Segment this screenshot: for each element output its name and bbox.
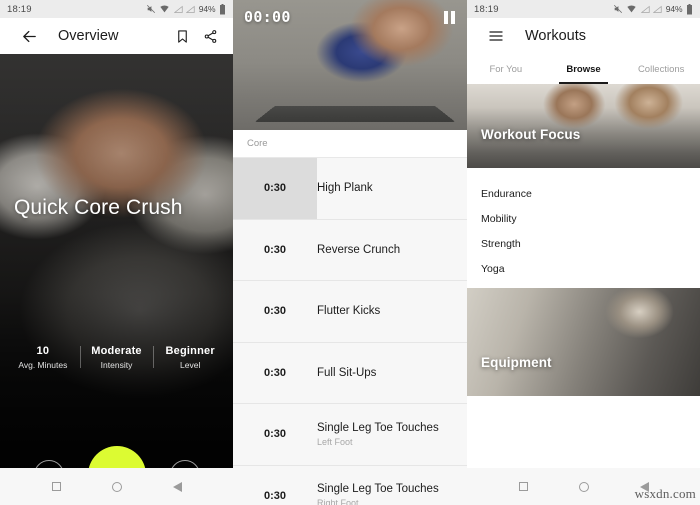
start-button[interactable]: Start (87, 446, 146, 468)
exercise-duration: 0:30 (263, 428, 287, 441)
home-icon[interactable] (111, 481, 122, 492)
workout-stats: 10 Avg. Minutes Moderate Intensity Begin… (0, 344, 233, 371)
exercise-list: 0:30 High Plank 0:30 Reverse Crunch 0:30… (233, 158, 467, 505)
exercise-name: Flutter Kicks (317, 305, 381, 318)
stat-intensity: Moderate Intensity (79, 344, 154, 371)
home-icon[interactable] (578, 481, 589, 492)
banner-title: Workout Focus (481, 127, 581, 142)
equipment-banner[interactable]: Equipment (467, 288, 700, 396)
list-item[interactable]: Endurance (481, 182, 700, 207)
table-row[interactable]: 0:30 Flutter Kicks (233, 281, 467, 343)
battery-icon (220, 3, 225, 14)
table-row[interactable]: 0:30 Full Sit-Ups (233, 342, 467, 404)
exercise-info: Flutter Kicks (317, 304, 467, 318)
exercise-name: Reverse Crunch (317, 243, 401, 256)
recent-apps-icon[interactable] (51, 482, 61, 491)
hero-overlay (0, 54, 233, 468)
exercise-duration: 0:30 (263, 243, 287, 256)
panel-workouts-browse: 18:19 94% Workouts For You Browse Collec… (467, 0, 700, 505)
tab-for-you[interactable]: For You (467, 54, 545, 84)
stat-label: Avg. Minutes (18, 360, 68, 370)
exercise-info: Single Leg Toe Touches Right Foot (317, 482, 467, 505)
status-bar-time: 18:19 (474, 3, 499, 15)
exercise-name: Single Leg Toe Touches (317, 483, 439, 496)
tab-browse[interactable]: Browse (545, 54, 623, 84)
workout-focus-banner[interactable]: Workout Focus (467, 84, 700, 168)
exercise-duration: 0:30 (263, 305, 287, 318)
wifi-icon (627, 5, 636, 13)
table-row[interactable]: 0:30 Single Leg Toe Touches Right Foot (233, 465, 467, 505)
wifi-icon (160, 5, 169, 13)
banner-title: Equipment (481, 355, 552, 370)
signal-icon-1 (640, 5, 650, 13)
list-item[interactable]: Strength (481, 232, 700, 257)
exercise-name: Single Leg Toe Touches (317, 421, 439, 434)
status-bar: 18:19 94% (467, 0, 700, 18)
signal-icon-2 (653, 5, 662, 13)
battery-percent: 94% (198, 4, 216, 14)
exercise-info: Reverse Crunch (317, 243, 467, 257)
table-row[interactable]: 0:30 Reverse Crunch (233, 219, 467, 281)
mute-icon (613, 4, 622, 14)
browse-tabs: For You Browse Collections (467, 54, 700, 84)
workout-focus-list: Endurance Mobility Strength Yoga (467, 168, 700, 288)
stat-value: 10 (36, 345, 50, 357)
signal-icon-2 (186, 5, 195, 13)
back-nav-icon[interactable] (172, 481, 182, 492)
stat-label: Intensity (100, 360, 133, 370)
exercise-info: High Plank (317, 181, 467, 195)
workout-title: Quick Core Crush (14, 196, 183, 219)
music-button[interactable] (169, 460, 200, 468)
list-item[interactable]: Mobility (481, 207, 700, 232)
hamburger-menu-icon[interactable] (485, 25, 507, 47)
page-title: Overview (58, 28, 119, 44)
battery-percent: 94% (665, 4, 683, 14)
share-icon[interactable] (199, 25, 221, 47)
mute-icon (146, 4, 155, 14)
exercise-name: Full Sit-Ups (317, 366, 377, 379)
exercise-duration: 0:30 (233, 158, 317, 219)
table-row[interactable]: 0:30 Single Leg Toe Touches Left Foot (233, 404, 467, 466)
workout-hero-image: Quick Core Crush 10 Avg. Minutes Moderat… (0, 54, 233, 468)
exercise-duration: 0:30 (263, 366, 287, 379)
page-title: Workouts (525, 28, 586, 44)
signal-icon-1 (173, 5, 183, 13)
exercise-info: Single Leg Toe Touches Left Foot (317, 421, 467, 448)
android-nav-bar (0, 468, 233, 505)
exercise-name: High Plank (317, 182, 373, 195)
table-row[interactable]: 0:30 High Plank (233, 158, 467, 220)
list-item[interactable]: Yoga (481, 257, 700, 282)
status-bar: 18:19 94% (0, 0, 233, 18)
exercise-subtitle: Right Foot (317, 498, 359, 505)
stat-avg-minutes: 10 Avg. Minutes (6, 344, 80, 371)
exercise-info: Full Sit-Ups (317, 366, 467, 380)
stat-level: Beginner Level (153, 344, 227, 371)
yoga-mat (254, 105, 455, 123)
tab-collections[interactable]: Collections (622, 54, 700, 84)
recent-apps-icon[interactable] (518, 482, 528, 491)
stat-label: Level (180, 360, 201, 370)
workouts-toolbar: Workouts (467, 18, 700, 54)
exercise-video[interactable]: 00:00 (233, 0, 467, 130)
stat-value: Moderate (91, 345, 142, 357)
exercise-duration: 0:30 (263, 489, 287, 502)
stat-value: Beginner (165, 345, 215, 357)
three-panel-screenshot: 18:19 94% Overview Quick Core Crush 10 A… (0, 0, 700, 505)
status-bar-icons: 94% (146, 3, 226, 15)
back-arrow-icon[interactable] (18, 25, 40, 47)
bookmark-icon[interactable] (171, 25, 193, 47)
status-bar-time: 18:19 (7, 3, 32, 15)
overview-toolbar: Overview (0, 18, 233, 54)
settings-button[interactable] (33, 460, 64, 468)
panel-workout-overview: 18:19 94% Overview Quick Core Crush 10 A… (0, 0, 233, 505)
pause-icon[interactable] (444, 11, 455, 24)
panel-workout-player: 00:00 Core 0:30 High Plank 0:30 Reverse … (233, 0, 467, 505)
status-bar-icons: 94% (613, 3, 693, 15)
workout-timer: 00:00 (244, 8, 291, 26)
battery-icon (687, 3, 692, 14)
section-header: Core (233, 130, 467, 158)
watermark: wsxdn.com (634, 486, 696, 501)
exercise-subtitle: Left Foot (317, 436, 353, 447)
workout-controls: Start (0, 446, 233, 468)
